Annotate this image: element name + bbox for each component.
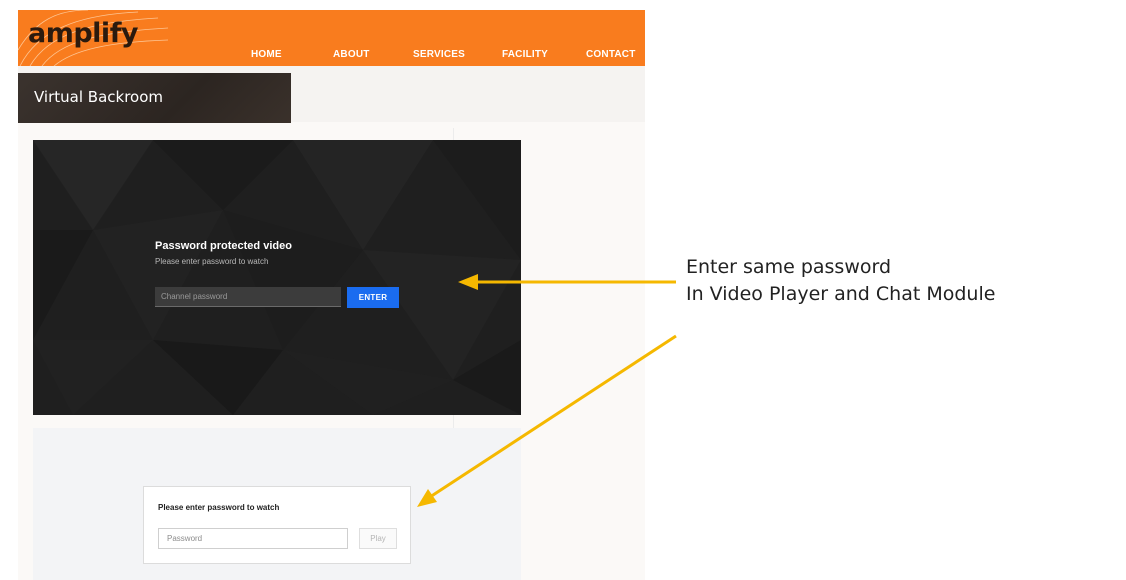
annotation-line-1: Enter same password bbox=[686, 256, 892, 278]
arrow-to-chat-shaft bbox=[429, 334, 677, 499]
arrow-to-player-head bbox=[458, 274, 478, 290]
annotation-line-2: In Video Player and Chat Module bbox=[686, 283, 996, 305]
annotation-note: Enter same password In Video Player and … bbox=[686, 254, 995, 308]
arrow-to-chat-head bbox=[417, 489, 437, 507]
